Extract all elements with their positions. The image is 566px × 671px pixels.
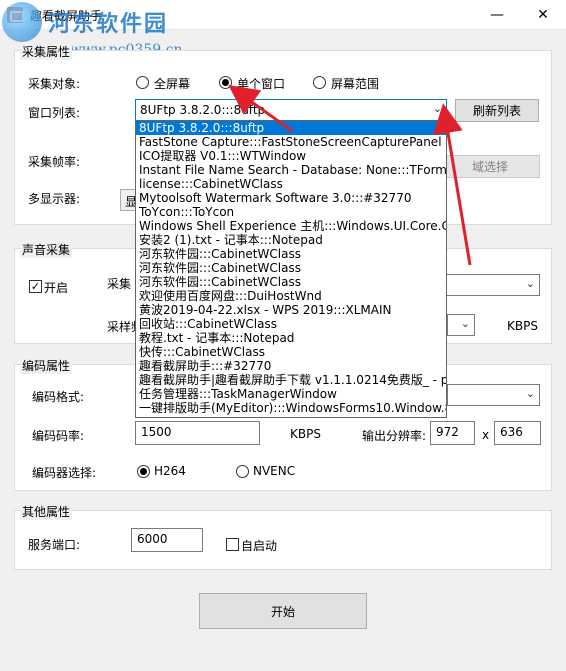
annotation-arrow-to-radio [228, 84, 293, 133]
annotation-arrow-to-dropdown [433, 103, 472, 266]
annotation-arrows [228, 84, 472, 266]
